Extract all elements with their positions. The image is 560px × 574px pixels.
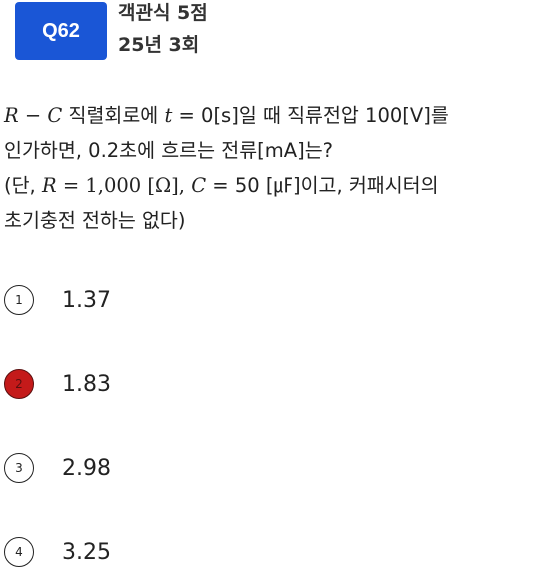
question-line-1: R − C 직렬회로에 t = 0[s]일 때 직류전압 100[V]를 [4,98,558,133]
option-number-4: 4 [4,537,34,567]
question-line-4: 초기충전 전하는 없다) [4,209,186,232]
option-2[interactable]: 2 1.83 [4,364,111,404]
option-text-1: 1.37 [62,287,111,313]
question-line-2: 인가하면, 0.2초에 흐르는 전류[mA]는? [4,139,333,162]
option-3[interactable]: 3 2.98 [4,448,111,488]
question-text: R − C 직렬회로에 t = 0[s]일 때 직류전압 100[V]를 인가하… [4,98,558,238]
math-c: C [191,174,207,197]
question-type: 객관식 5점 [118,2,208,24]
math-r: R [41,174,57,197]
option-text-2: 1.83 [62,371,111,397]
question-number-badge: Q62 [15,2,107,60]
question-number: Q62 [42,19,80,42]
option-text-4: 3.25 [62,539,111,565]
question-line-1-text-b: = 0[s]일 때 직류전압 100[V]를 [172,104,449,127]
question-line-3-text-b: = 1,000 [Ω], [56,174,192,197]
option-text-3: 2.98 [62,455,111,481]
exam-session: 25년 3회 [118,34,200,56]
question-line-3-text-c: = 50 [㎌]이고, 커패시터의 [206,174,439,197]
math-rc: R − C [4,104,63,127]
option-1[interactable]: 1 1.37 [4,280,111,320]
question-meta: 객관식 5점 25년 3회 [118,0,208,58]
option-number-2: 2 [4,369,34,399]
question-line-3-text-a: (단, [4,174,42,197]
question-line-1-text-a: 직렬회로에 [62,104,165,127]
option-number-1: 1 [4,285,34,315]
option-4[interactable]: 4 3.25 [4,532,111,572]
option-number-3: 3 [4,453,34,483]
question-line-3: (단, R = 1,000 [Ω], C = 50 [㎌]이고, 커패시터의 [4,168,558,203]
